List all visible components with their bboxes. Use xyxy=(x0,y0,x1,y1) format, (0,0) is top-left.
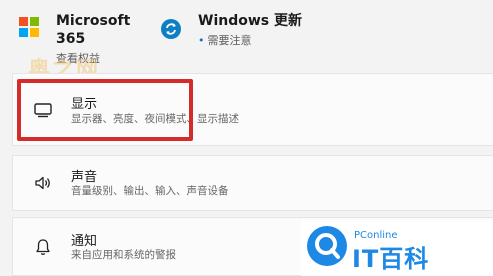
microsoft-365-tile[interactable]: Microsoft 365 查看权益 xyxy=(12,0,152,65)
status-dot: • xyxy=(198,34,205,47)
highlight-box xyxy=(17,79,193,141)
notifications-subtitle: 来自应用和系统的警报 xyxy=(71,249,176,261)
pconline-search-icon xyxy=(307,226,347,266)
windows-update-tile[interactable]: Windows 更新 • 需要注意 xyxy=(152,0,312,60)
sound-subtitle: 音量级别、输出、输入、声音设备 xyxy=(71,185,229,197)
windows-update-title: Windows 更新 xyxy=(198,13,302,29)
windows-update-status: • 需要注意 xyxy=(198,33,302,49)
bell-icon xyxy=(33,237,53,257)
settings-item-sound[interactable]: 声音 音量级别、输出、输入、声音设备 xyxy=(12,155,493,211)
speaker-icon xyxy=(33,173,53,193)
windows-update-text: Windows 更新 • 需要注意 xyxy=(198,12,302,49)
microsoft-365-title: Microsoft 365 xyxy=(56,13,131,47)
windows-update-subtitle: 需要注意 xyxy=(207,34,252,47)
pconline-brand-big: IT百科 xyxy=(352,245,430,273)
windows-update-icon xyxy=(161,19,181,39)
microsoft-logo-icon xyxy=(19,17,39,37)
